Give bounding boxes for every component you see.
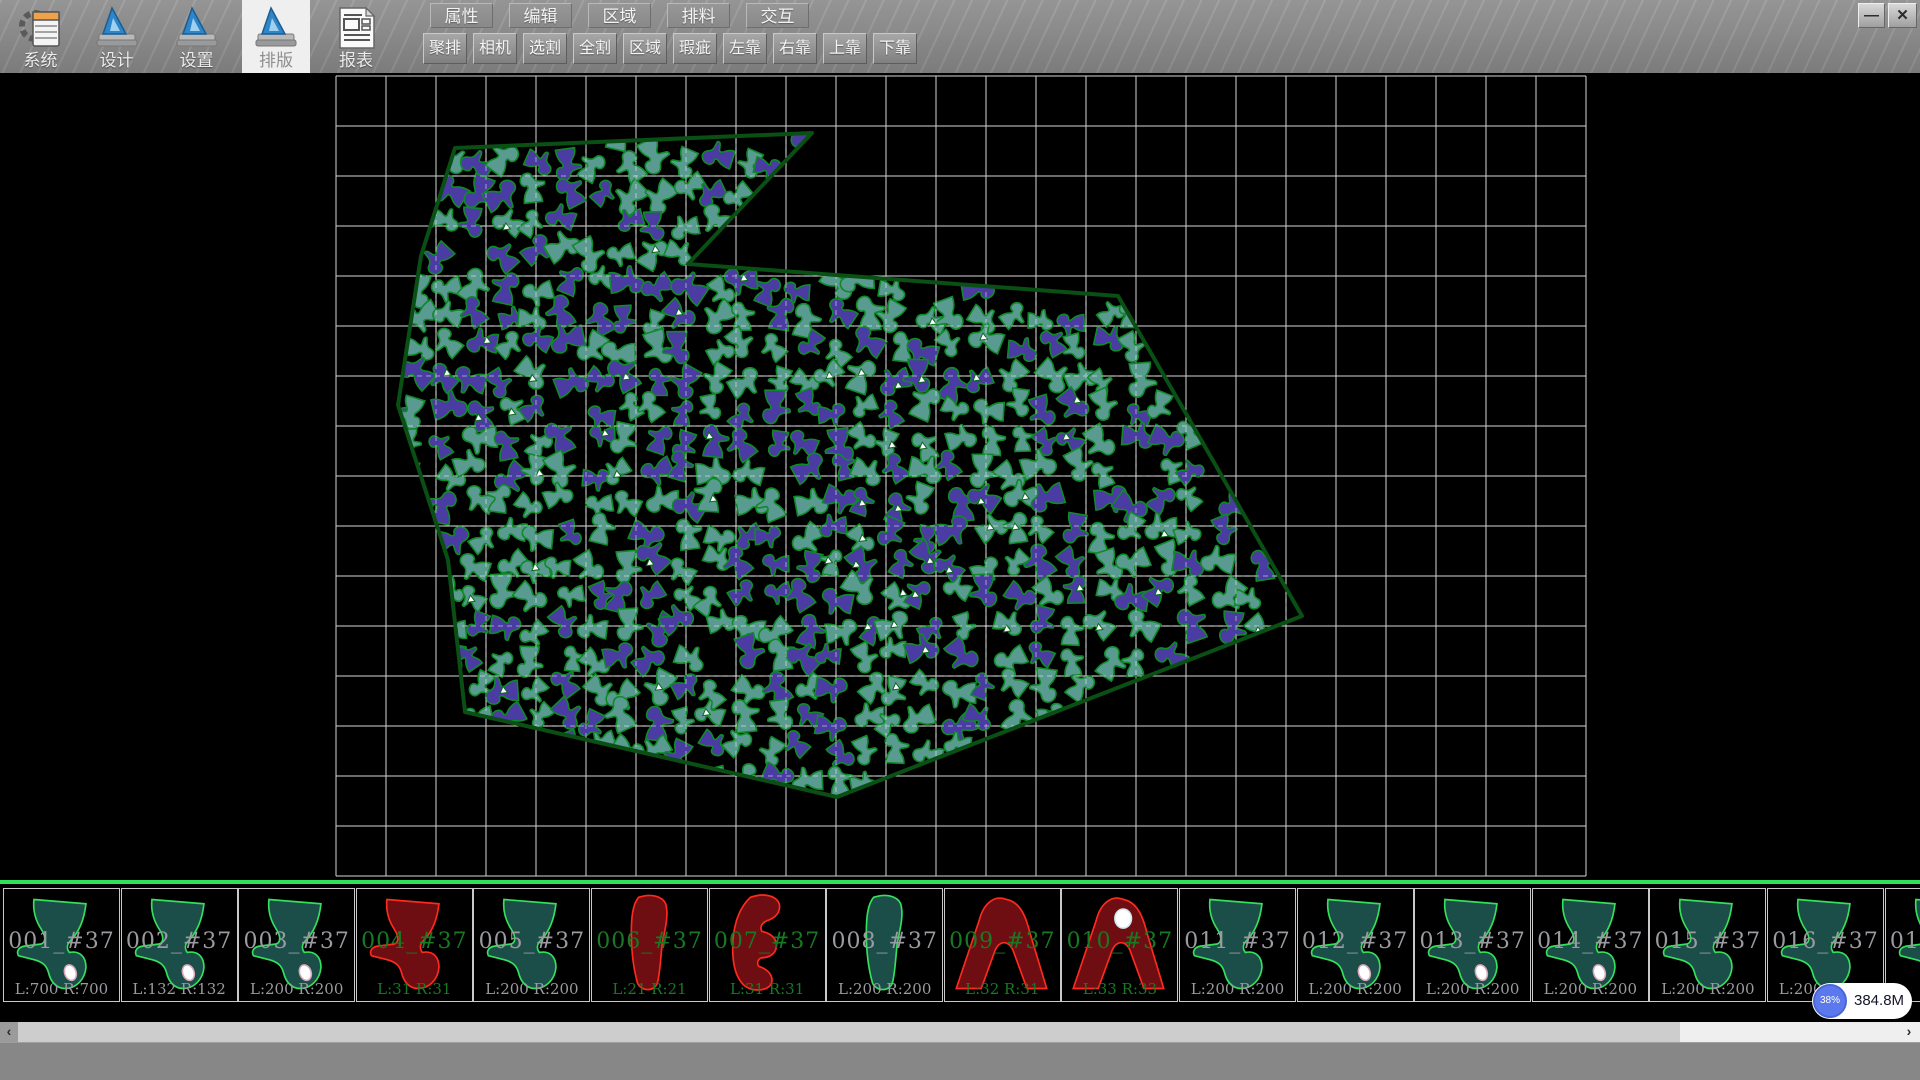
settings-button[interactable]: 设置 xyxy=(163,0,230,73)
tool-button-6[interactable]: 瑕疵 xyxy=(673,33,717,64)
thumbnail-cell-14[interactable]: 014_#37 L:200 R:200 xyxy=(1532,888,1649,1002)
piece-id-label: 013_#37 xyxy=(1415,929,1530,954)
menu-tab-5[interactable]: 交互 xyxy=(746,3,809,28)
system-button[interactable]: 系统 xyxy=(1,0,80,73)
tool-button-8[interactable]: 右靠 xyxy=(773,33,817,64)
piece-id-label: 006_#37 xyxy=(592,929,707,954)
menu-tab-3[interactable]: 区域 xyxy=(588,3,651,28)
piece-id-label: 007_#37 xyxy=(710,929,825,954)
piece-lr-count-label: L:200 R:200 xyxy=(1298,980,1413,998)
menu-tab-1[interactable]: 属性 xyxy=(430,3,493,28)
close-button[interactable]: ✕ xyxy=(1888,3,1917,28)
tool-button-10[interactable]: 下靠 xyxy=(873,33,917,64)
thumbnail-cell-8[interactable]: 008_#37 L:200 R:200 xyxy=(826,888,943,1002)
piece-id-label: 016_#37 xyxy=(1768,929,1883,954)
nesting-canvas[interactable] xyxy=(0,75,1920,882)
piece-id-label: 015_#37 xyxy=(1650,929,1765,954)
piece-id-label: 017_#37 xyxy=(1886,929,1920,954)
scroll-left-button[interactable]: ‹ xyxy=(0,1022,18,1042)
scroll-right-button[interactable]: › xyxy=(1900,1022,1918,1042)
piece-lr-count-label: L:21 R:21 xyxy=(592,980,707,998)
piece-lr-count-label: L:700 R:700 xyxy=(4,980,119,998)
memory-badge: 38% 384.8M xyxy=(1812,983,1912,1019)
piece-lr-count-label: L:200 R:200 xyxy=(827,980,942,998)
memory-size-label: 384.8M xyxy=(1854,983,1904,1019)
piece-id-label: 004_#37 xyxy=(357,929,472,954)
piece-id-label: 002_#37 xyxy=(122,929,237,954)
piece-id-label: 010_#37 xyxy=(1062,929,1177,954)
thumbnail-cell-15[interactable]: 015_#37 L:200 R:200 xyxy=(1649,888,1766,1002)
nest-drawing xyxy=(0,75,1920,882)
thumbnail-cell-2[interactable]: 002_#37 L:132 R:132 xyxy=(121,888,238,1002)
piece-id-label: 005_#37 xyxy=(474,929,589,954)
thumbnail-cell-10[interactable]: 010_#37 L:33 R:33 xyxy=(1061,888,1178,1002)
piece-id-label: 001_#37 xyxy=(4,929,119,954)
report-button-label: 报表 xyxy=(322,46,390,71)
thumbnail-cell-5[interactable]: 005_#37 L:200 R:200 xyxy=(473,888,590,1002)
thumbnail-cell-7[interactable]: 007_#37 L:31 R:31 xyxy=(709,888,826,1002)
piece-lr-count-label: L:31 R:31 xyxy=(710,980,825,998)
piece-lr-count-label: L:200 R:200 xyxy=(1415,980,1530,998)
piece-thumbnail-strip: 001_#37L:700 R:700002_#37L:132 R:132003_… xyxy=(0,884,1920,1022)
piece-id-label: 014_#37 xyxy=(1533,929,1648,954)
piece-lr-count-label: L:33 R:33 xyxy=(1062,980,1177,998)
tool-button-9[interactable]: 上靠 xyxy=(823,33,867,64)
piece-lr-count-label: L:200 R:200 xyxy=(1533,980,1648,998)
menu-tab-2[interactable]: 编辑 xyxy=(509,3,572,28)
design-button-label: 设计 xyxy=(83,46,150,71)
piece-id-label: 012_#37 xyxy=(1298,929,1413,954)
tool-button-3[interactable]: 选割 xyxy=(523,33,567,64)
piece-lr-count-label: L:200 R:200 xyxy=(1180,980,1295,998)
thumbnail-cell-11[interactable]: 011_#37 L:200 R:200 xyxy=(1179,888,1296,1002)
piece-lr-count-label: L:200 R:200 xyxy=(474,980,589,998)
piece-id-label: 003_#37 xyxy=(239,929,354,954)
app-window: 系统 设计 设置 xyxy=(0,0,1920,1080)
piece-id-label: 009_#37 xyxy=(945,929,1060,954)
memory-percent-badge: 38% xyxy=(1813,984,1847,1018)
thumbnail-cell-6[interactable]: 006_#37 L:21 R:21 xyxy=(591,888,708,1002)
report-button[interactable]: 报表 xyxy=(322,0,390,73)
piece-lr-count-label: L:200 R:200 xyxy=(1650,980,1765,998)
tool-button-2[interactable]: 相机 xyxy=(473,33,517,64)
tool-button-4[interactable]: 全割 xyxy=(573,33,617,64)
thumbnail-cell-12[interactable]: 012_#37 L:200 R:200 xyxy=(1297,888,1414,1002)
piece-lr-count-label: L:132 R:132 xyxy=(122,980,237,998)
thumbnail-cell-3[interactable]: 003_#37 L:200 R:200 xyxy=(238,888,355,1002)
minimize-button[interactable]: — xyxy=(1858,3,1885,28)
piece-id-label: 011_#37 xyxy=(1180,929,1295,954)
thumbnail-cell-1[interactable]: 001_#37 L:700 R:700 xyxy=(3,888,120,1002)
tool-button-5[interactable]: 区域 xyxy=(623,33,667,64)
design-button[interactable]: 设计 xyxy=(83,0,150,73)
system-button-label: 系统 xyxy=(1,46,80,71)
scrollbar-thumb[interactable] xyxy=(18,1022,1680,1042)
piece-lr-count-label: L:200 R:200 xyxy=(239,980,354,998)
thumbnail-cell-9[interactable]: 009_#37 L:32 R:31 xyxy=(944,888,1061,1002)
horizontal-scrollbar[interactable]: ‹ › xyxy=(0,1022,1920,1042)
nesting-button-label: 排版 xyxy=(242,46,310,71)
piece-id-label: 008_#37 xyxy=(827,929,942,954)
settings-button-label: 设置 xyxy=(163,46,230,71)
status-bar xyxy=(0,1042,1920,1080)
thumbnail-cell-13[interactable]: 013_#37 L:200 R:200 xyxy=(1414,888,1531,1002)
menu-tab-4[interactable]: 排料 xyxy=(667,3,730,28)
tool-button-1[interactable]: 聚排 xyxy=(423,33,467,64)
nesting-button[interactable]: 排版 xyxy=(242,0,310,73)
tool-button-7[interactable]: 左靠 xyxy=(723,33,767,64)
thumbnail-cell-4[interactable]: 004_#37 L:31 R:31 xyxy=(356,888,473,1002)
piece-lr-count-label: L:31 R:31 xyxy=(357,980,472,998)
piece-lr-count-label: L:32 R:31 xyxy=(945,980,1060,998)
ribbon: 系统 设计 设置 xyxy=(0,0,1920,73)
